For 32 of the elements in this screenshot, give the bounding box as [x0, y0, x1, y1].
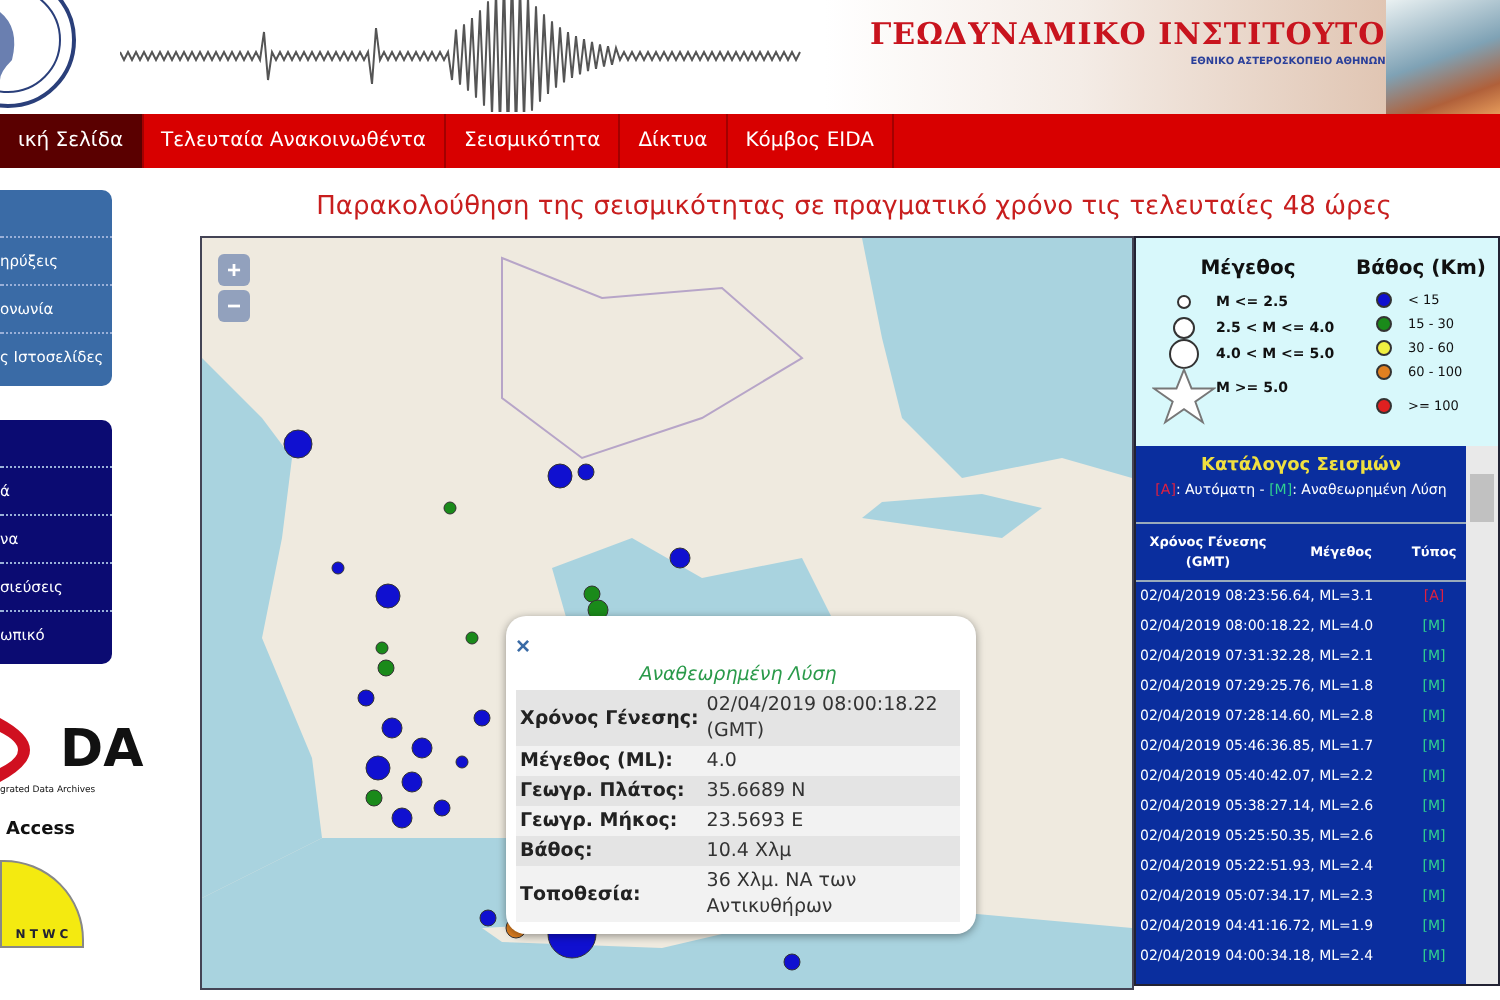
field-label: Μέγεθος (ML): — [516, 746, 703, 776]
field-value: 36 Χλμ. ΝΑ των Αντικυθήρων — [702, 866, 960, 922]
circle-icon — [1168, 337, 1200, 369]
legend-heading: Βάθος (Km) — [1356, 258, 1486, 280]
seal-logo-icon — [0, 0, 80, 112]
field-value: 4.0 — [702, 746, 960, 776]
catalog-title: Κατάλογος Σεισμών — [1199, 456, 1403, 476]
legend-heading: Μέγεθος — [1198, 258, 1298, 280]
field-label: Γεωγρ. Μήκος: — [516, 806, 703, 836]
field-value: 35.6689 N — [702, 776, 960, 806]
field-value: 23.5693 E — [702, 806, 960, 836]
nav-tab[interactable]: Κόμβος EIDA — [727, 114, 894, 168]
field-label: Γεωγρ. Πλάτος: — [516, 776, 703, 806]
star-icon — [1152, 366, 1216, 426]
popup-title: Αναθεωρημένη Λύση — [636, 664, 839, 686]
page-heading: Παρακολούθηση της σεισμικότητας σε πραγματικό χρόνο τις τελευταίες 48 ώρες — [314, 190, 1394, 224]
scrollbar[interactable] — [1466, 446, 1498, 984]
nav-tab[interactable]: Τελευταία Ανακοινωθέντα — [143, 114, 447, 168]
circle-icon — [1176, 293, 1192, 309]
field-label: Τοποθεσία: — [516, 866, 703, 922]
access-link[interactable]: Access — [6, 820, 75, 840]
institute-title: ΓΕΩΔΥΝΑΜΙΚΟ ΙΝΣΤΙΤΟΥΤΟ — [870, 16, 1386, 52]
field-label: Χρόνος Γένεσης: — [516, 690, 703, 746]
field-value: 10.4 Χλμ — [702, 836, 960, 866]
nav-tab[interactable]: Δίκτυα — [620, 114, 728, 168]
field-value: 02/04/2019 08:00:18.22 (GMT) — [702, 690, 960, 746]
close-button[interactable]: × — [516, 636, 531, 656]
nav-tab[interactable]: ική Σελίδα — [0, 114, 144, 168]
banner-image — [1385, 0, 1500, 114]
field-label: Βάθος: — [516, 836, 703, 866]
nav-tab[interactable]: Σεισμικότητα — [446, 114, 621, 168]
circle-icon — [1172, 315, 1196, 339]
